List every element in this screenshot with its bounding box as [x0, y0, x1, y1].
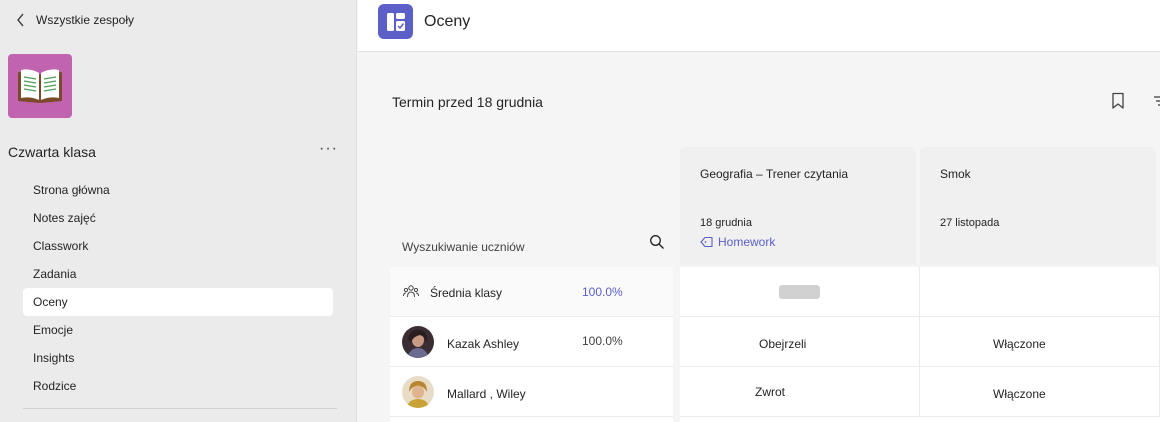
chevron-left-icon: [17, 13, 24, 27]
nav-item-grades[interactable]: Oceny: [23, 288, 333, 316]
search-icon[interactable]: [649, 234, 665, 250]
student-row[interactable]: Mallard , Wiley: [390, 367, 673, 417]
avatar: [402, 376, 434, 408]
student-score: 100.0%: [582, 334, 623, 348]
assignment-tag[interactable]: Homework: [700, 235, 775, 249]
assignment-date: 18 grudnia: [700, 217, 752, 229]
nav-item-reflect[interactable]: Emocje: [23, 316, 333, 344]
assignment-title: Geografia – Trener czytania: [700, 167, 849, 181]
team-nav: Strona główna Notes zajęć Classwork Zada…: [23, 176, 333, 400]
student-search[interactable]: Wyszukiwanie uczniów: [390, 225, 673, 265]
tag-icon: [700, 236, 713, 248]
due-date-filter-title: Termin przed 18 grudnia: [392, 94, 543, 110]
app-header: Oceny: [358, 0, 1160, 52]
student-row[interactable]: Kazak Ashley 100.0%: [390, 317, 673, 367]
more-options-icon[interactable]: ···: [319, 140, 340, 164]
student-name: Mallard , Wiley: [447, 387, 526, 401]
class-average-value: 100.0%: [582, 285, 623, 299]
bookmark-icon[interactable]: [1110, 92, 1126, 110]
filter-icon[interactable]: [1154, 93, 1160, 109]
grades-app-icon: [378, 4, 413, 39]
grade-cell[interactable]: Zwrot: [680, 367, 920, 417]
average-cell: [920, 267, 1160, 317]
nav-item-classwork[interactable]: Classwork: [23, 232, 333, 260]
avatar: [402, 326, 434, 358]
grade-status: Obejrzeli: [759, 337, 807, 351]
book-icon: [18, 69, 62, 103]
nav-item-assignments[interactable]: Zadania: [23, 260, 333, 288]
back-label: Wszystkie zespoły: [36, 13, 135, 27]
grade-status: Włączone: [993, 337, 1046, 351]
sidebar-divider: [23, 408, 337, 409]
assignment-date: 27 listopada: [940, 217, 1000, 229]
nav-item-insights[interactable]: Insights: [23, 344, 333, 372]
grades-grid: Obejrzeli Włączone Zwrot Włączone: [680, 267, 1160, 422]
nav-item-home[interactable]: Strona główna: [23, 176, 333, 204]
page-title: Oceny: [424, 13, 471, 30]
assignment-title: Smok: [940, 167, 971, 181]
grade-cell[interactable]: Włączone: [920, 317, 1160, 367]
nav-item-parents[interactable]: Rodzice: [23, 372, 333, 400]
assignment-column-header[interactable]: Smok 27 listopada: [920, 147, 1156, 265]
grades-content: Termin przed 18 grudnia Wyszukiwanie ucz…: [358, 53, 1160, 422]
team-avatar: [8, 54, 72, 118]
average-cell: [680, 267, 920, 317]
search-label: Wyszukiwanie uczniów: [402, 240, 525, 254]
class-average-label: Średnia klasy: [430, 286, 503, 300]
team-header: Czwarta klasa ···: [8, 140, 340, 164]
sidebar: Wszystkie zespoły Czwarta klasa ··· Stro…: [0, 0, 357, 422]
average-placeholder: [779, 285, 820, 299]
back-to-all-teams-link[interactable]: Wszystkie zespoły: [14, 10, 134, 30]
student-name: Kazak Ashley: [447, 337, 520, 351]
assignment-column-header[interactable]: Geografia – Trener czytania 18 grudnia H…: [680, 147, 916, 265]
grade-status: Zwrot: [755, 385, 785, 399]
grade-status: Włączone: [993, 387, 1046, 401]
team-name: Czwarta klasa: [8, 144, 96, 160]
grade-cell[interactable]: Włączone: [920, 367, 1160, 417]
student-list: Średnia klasy 100.0% Kazak Ashley 100.0%: [390, 267, 673, 422]
tag-label: Homework: [718, 235, 776, 249]
nav-item-class-notebook[interactable]: Notes zajęć: [23, 204, 333, 232]
grade-cell[interactable]: Obejrzeli: [680, 317, 920, 367]
class-average-row: Średnia klasy 100.0%: [390, 267, 673, 317]
people-icon: [403, 285, 419, 298]
